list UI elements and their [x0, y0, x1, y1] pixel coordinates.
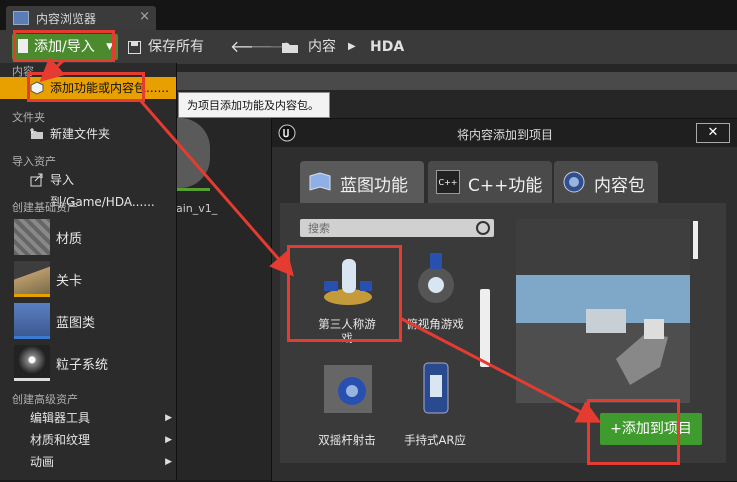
annotation-arrow-2 [138, 99, 294, 277]
annotation-arrow-1 [39, 57, 66, 83]
annotation-arrows [39, 57, 602, 423]
annotation-arrow-3 [399, 316, 602, 423]
